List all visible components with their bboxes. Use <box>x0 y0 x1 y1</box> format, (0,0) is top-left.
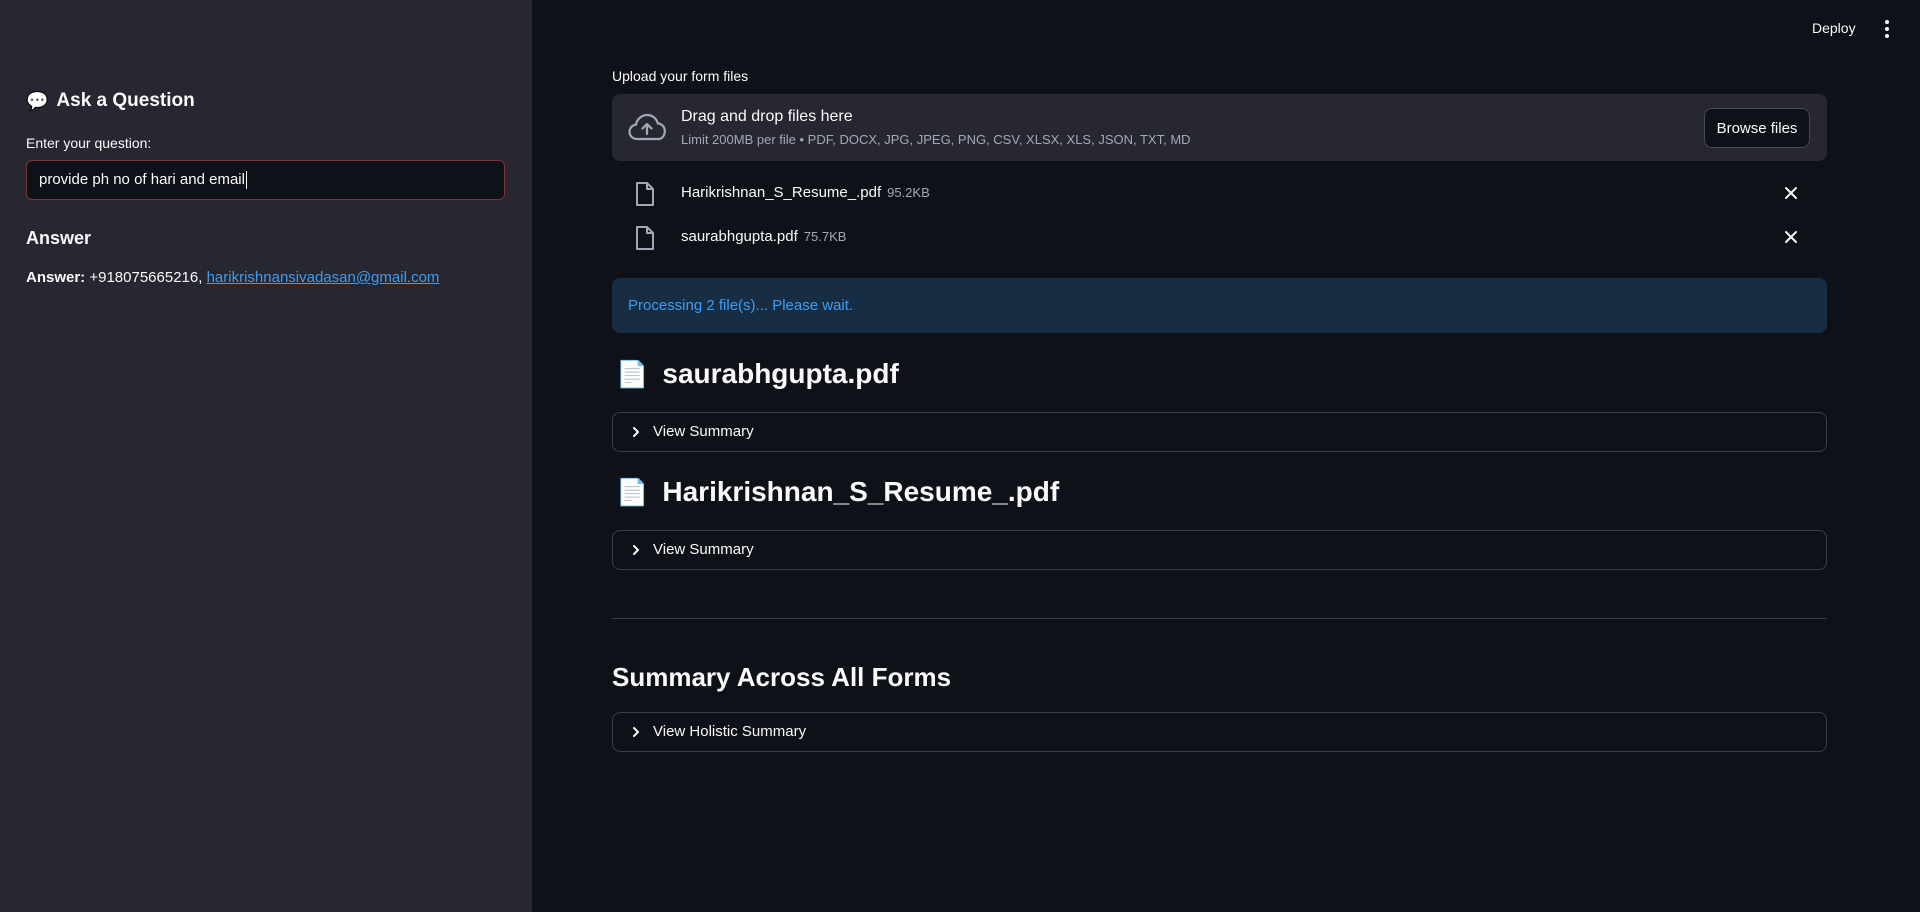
answer-prefix: Answer: <box>26 269 86 286</box>
answer-email-link[interactable]: harikrishnansivadasan@gmail.com <box>207 269 440 286</box>
answer-text: Answer: +918075665216, harikrishnansivad… <box>26 269 439 286</box>
sidebar-title-text: Ask a Question <box>56 90 195 111</box>
file-dropzone[interactable]: Drag and drop files here Limit 200MB per… <box>612 94 1827 161</box>
result-file-name: saurabhgupta.pdf <box>662 358 899 389</box>
deploy-button[interactable]: Deploy <box>1812 20 1856 36</box>
text-caret <box>245 171 247 190</box>
uploaded-file-name: Harikrishnan_S_Resume_.pdf 95.2KB <box>681 184 930 201</box>
result-file-heading: 📄 Harikrishnan_S_Resume_.pdf <box>616 476 1059 508</box>
remove-file-close-icon[interactable] <box>1782 184 1800 202</box>
dropzone-limit: Limit 200MB per file • PDF, DOCX, JPG, J… <box>681 132 1191 147</box>
section-divider <box>612 618 1827 619</box>
result-file-name: Harikrishnan_S_Resume_.pdf <box>662 476 1060 507</box>
main-menu-kebab-icon[interactable] <box>1880 18 1894 40</box>
answer-heading: Answer <box>26 228 92 248</box>
sidebar: 💬 Ask a Question Enter your question: pr… <box>0 0 532 912</box>
question-label: Enter your question: <box>26 135 152 151</box>
uploaded-file-row: saurabhgupta.pdf 75.7KB <box>612 217 1827 257</box>
uploaded-file-row: Harikrishnan_S_Resume_.pdf 95.2KB <box>612 173 1827 213</box>
chevron-right-icon <box>633 427 639 437</box>
chevron-right-icon <box>633 545 639 555</box>
processing-info-box: Processing 2 file(s)... Please wait. <box>612 278 1827 333</box>
uploaded-file-name: saurabhgupta.pdf 75.7KB <box>681 228 847 245</box>
question-input-value: provide ph no of hari and email <box>39 171 245 188</box>
document-icon: 📄 <box>616 358 649 389</box>
view-summary-expander[interactable]: View Summary <box>612 530 1827 570</box>
browse-files-button[interactable]: Browse files <box>1704 108 1810 148</box>
summary-across-forms-heading: Summary Across All Forms <box>612 662 952 692</box>
dropzone-instruction: Drag and drop files here <box>681 108 853 125</box>
file-icon <box>636 182 654 206</box>
question-input[interactable]: provide ph no of hari and email <box>26 160 505 200</box>
document-icon: 📄 <box>616 476 649 507</box>
remove-file-close-icon[interactable] <box>1782 228 1800 246</box>
file-icon <box>636 226 654 250</box>
view-holistic-summary-expander[interactable]: View Holistic Summary <box>612 712 1827 752</box>
answer-phone: +918075665216, <box>89 269 203 286</box>
uploaded-file-size: 95.2KB <box>887 185 930 200</box>
cloud-upload-icon <box>628 113 666 141</box>
chevron-right-icon <box>633 727 639 737</box>
view-summary-expander[interactable]: View Summary <box>612 412 1827 452</box>
uploaded-file-size: 75.7KB <box>803 229 847 244</box>
expander-label: View Summary <box>653 541 754 558</box>
speech-bubble-icon: 💬 <box>26 90 49 111</box>
sidebar-title: 💬 Ask a Question <box>26 90 195 112</box>
expander-label: View Holistic Summary <box>653 723 807 740</box>
upload-label: Upload your form files <box>612 68 749 84</box>
expander-label: View Summary <box>653 423 754 440</box>
result-file-heading: 📄 saurabhgupta.pdf <box>616 358 899 390</box>
